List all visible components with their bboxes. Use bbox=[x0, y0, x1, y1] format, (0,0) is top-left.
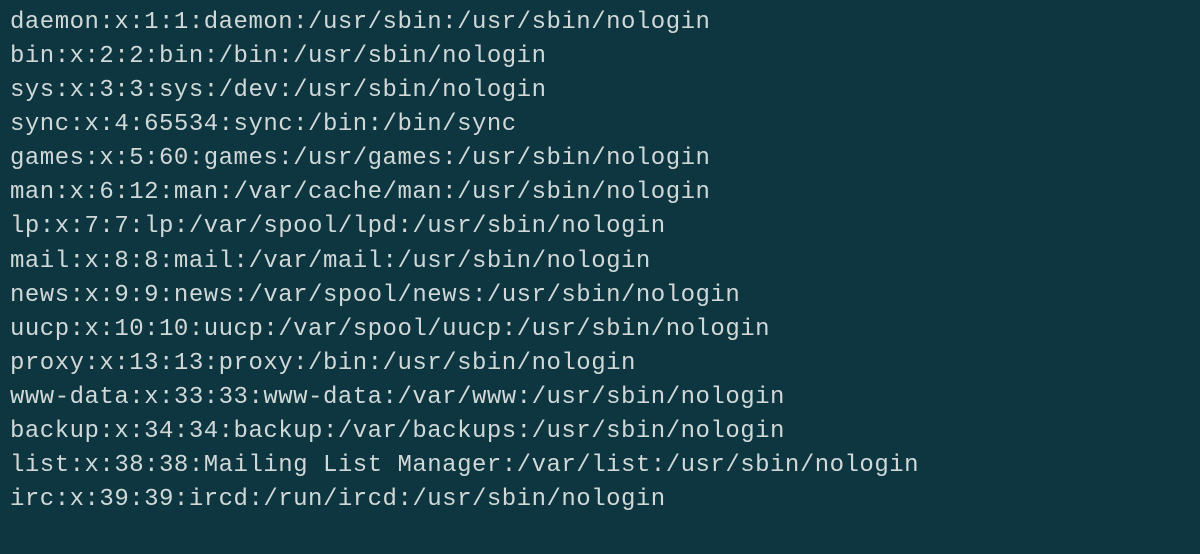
terminal-line: irc:x:39:39:ircd:/run/ircd:/usr/sbin/nol… bbox=[10, 483, 1190, 517]
terminal-line: lp:x:7:7:lp:/var/spool/lpd:/usr/sbin/nol… bbox=[10, 210, 1190, 244]
terminal-line: list:x:38:38:Mailing List Manager:/var/l… bbox=[10, 449, 1190, 483]
terminal-line: sys:x:3:3:sys:/dev:/usr/sbin/nologin bbox=[10, 74, 1190, 108]
terminal-line: man:x:6:12:man:/var/cache/man:/usr/sbin/… bbox=[10, 176, 1190, 210]
terminal-output: daemon:x:1:1:daemon:/usr/sbin:/usr/sbin/… bbox=[10, 6, 1190, 517]
terminal-line: www-data:x:33:33:www-data:/var/www:/usr/… bbox=[10, 381, 1190, 415]
terminal-line: news:x:9:9:news:/var/spool/news:/usr/sbi… bbox=[10, 279, 1190, 313]
terminal-line: bin:x:2:2:bin:/bin:/usr/sbin/nologin bbox=[10, 40, 1190, 74]
terminal-line: mail:x:8:8:mail:/var/mail:/usr/sbin/nolo… bbox=[10, 245, 1190, 279]
terminal-line: daemon:x:1:1:daemon:/usr/sbin:/usr/sbin/… bbox=[10, 6, 1190, 40]
terminal-line: backup:x:34:34:backup:/var/backups:/usr/… bbox=[10, 415, 1190, 449]
terminal-line: sync:x:4:65534:sync:/bin:/bin/sync bbox=[10, 108, 1190, 142]
terminal-line: games:x:5:60:games:/usr/games:/usr/sbin/… bbox=[10, 142, 1190, 176]
terminal-line: proxy:x:13:13:proxy:/bin:/usr/sbin/nolog… bbox=[10, 347, 1190, 381]
terminal-line: uucp:x:10:10:uucp:/var/spool/uucp:/usr/s… bbox=[10, 313, 1190, 347]
